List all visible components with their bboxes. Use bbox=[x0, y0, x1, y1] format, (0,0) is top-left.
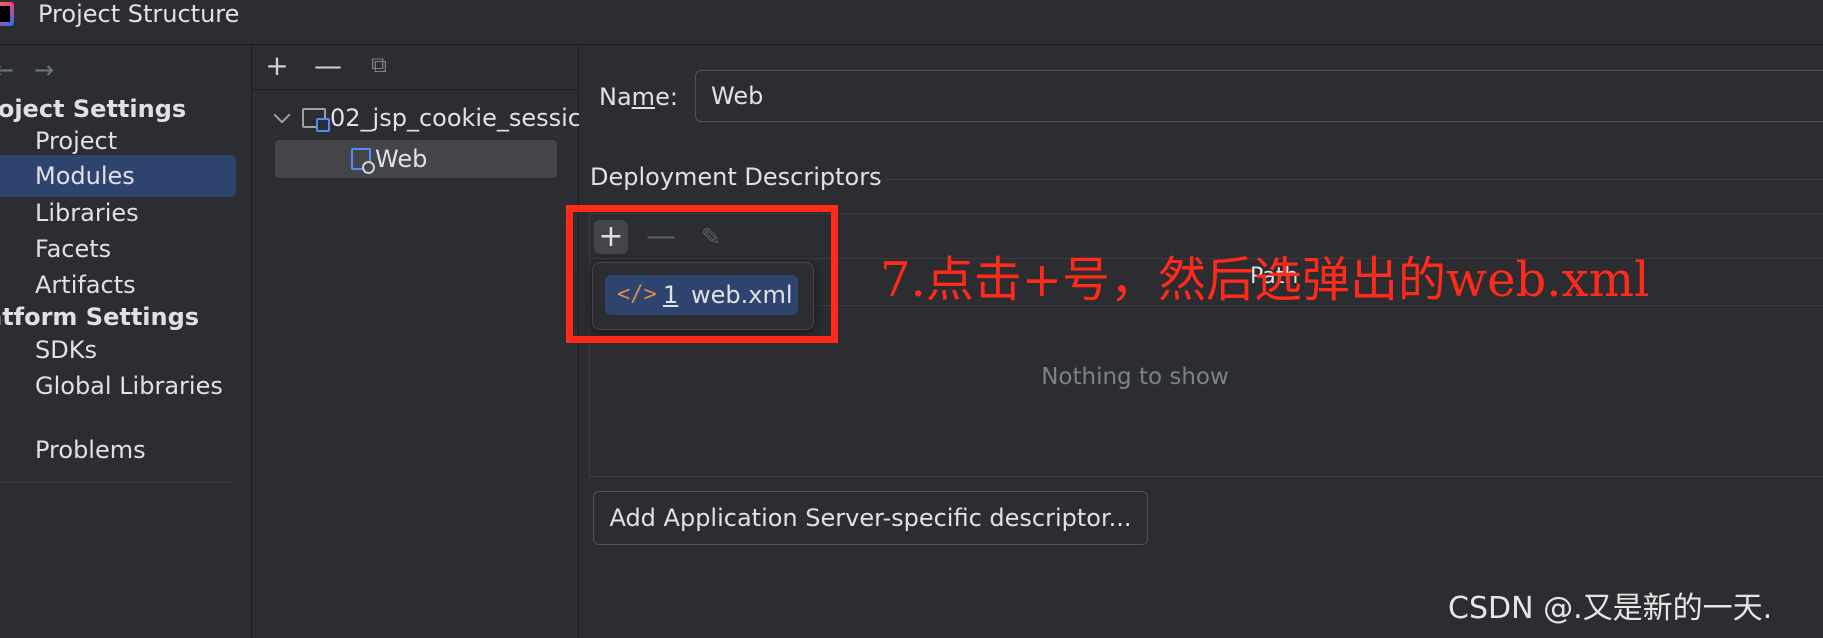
empty-state-text: Nothing to show bbox=[1041, 364, 1229, 390]
instruction-annotation: 7.点击+号，然后选弹出的web.xml bbox=[880, 252, 1650, 308]
tree-row-web-facet[interactable]: Web bbox=[275, 140, 557, 178]
settings-nav: ← → roject Settings Project Modules Libr… bbox=[0, 45, 252, 638]
window-title: Project Structure bbox=[38, 0, 240, 28]
module-tree-panel: + — ⧉ 02_jsp_cookie_sessic Web bbox=[252, 45, 581, 638]
add-module-button[interactable]: + bbox=[262, 51, 292, 81]
nav-divider bbox=[0, 482, 232, 483]
web-facet-icon bbox=[351, 148, 375, 174]
name-input[interactable]: Web bbox=[695, 70, 1823, 122]
intellij-logo-icon bbox=[0, 2, 14, 26]
module-folder-icon bbox=[302, 108, 330, 132]
tree-web-label: Web bbox=[375, 145, 428, 173]
platform-settings-heading: atform Settings bbox=[0, 303, 200, 331]
name-label: Name: bbox=[599, 83, 678, 111]
tree-row-project-root[interactable]: 02_jsp_cookie_sessic bbox=[273, 99, 581, 137]
nav-item-problems[interactable]: Problems bbox=[0, 429, 236, 471]
forward-arrow-icon[interactable]: → bbox=[34, 58, 54, 82]
copy-module-button[interactable]: ⧉ bbox=[364, 51, 394, 81]
csdn-watermark: CSDN @.又是新的一天. bbox=[1448, 591, 1773, 626]
chevron-down-icon[interactable] bbox=[273, 106, 291, 124]
remove-module-button[interactable]: — bbox=[313, 51, 343, 81]
nav-item-modules[interactable]: Modules bbox=[0, 155, 236, 197]
highlight-box bbox=[566, 205, 838, 343]
section-divider bbox=[879, 179, 1823, 180]
nav-item-global-libraries[interactable]: Global Libraries bbox=[0, 365, 236, 407]
project-settings-heading: roject Settings bbox=[0, 95, 187, 123]
tree-root-label: 02_jsp_cookie_sessic bbox=[330, 104, 581, 132]
title-bar: Project Structure bbox=[0, 0, 1823, 45]
add-server-descriptor-button[interactable]: Add Application Server-specific descript… bbox=[593, 491, 1148, 545]
deployment-descriptors-title: Deployment Descriptors bbox=[590, 163, 882, 191]
back-arrow-icon[interactable]: ← bbox=[0, 58, 14, 82]
tree-toolbar: + — ⧉ bbox=[252, 45, 578, 90]
project-structure-window: Project Structure ← → roject Settings Pr… bbox=[0, 0, 1823, 638]
nav-item-artifacts[interactable]: Artifacts bbox=[0, 264, 236, 306]
